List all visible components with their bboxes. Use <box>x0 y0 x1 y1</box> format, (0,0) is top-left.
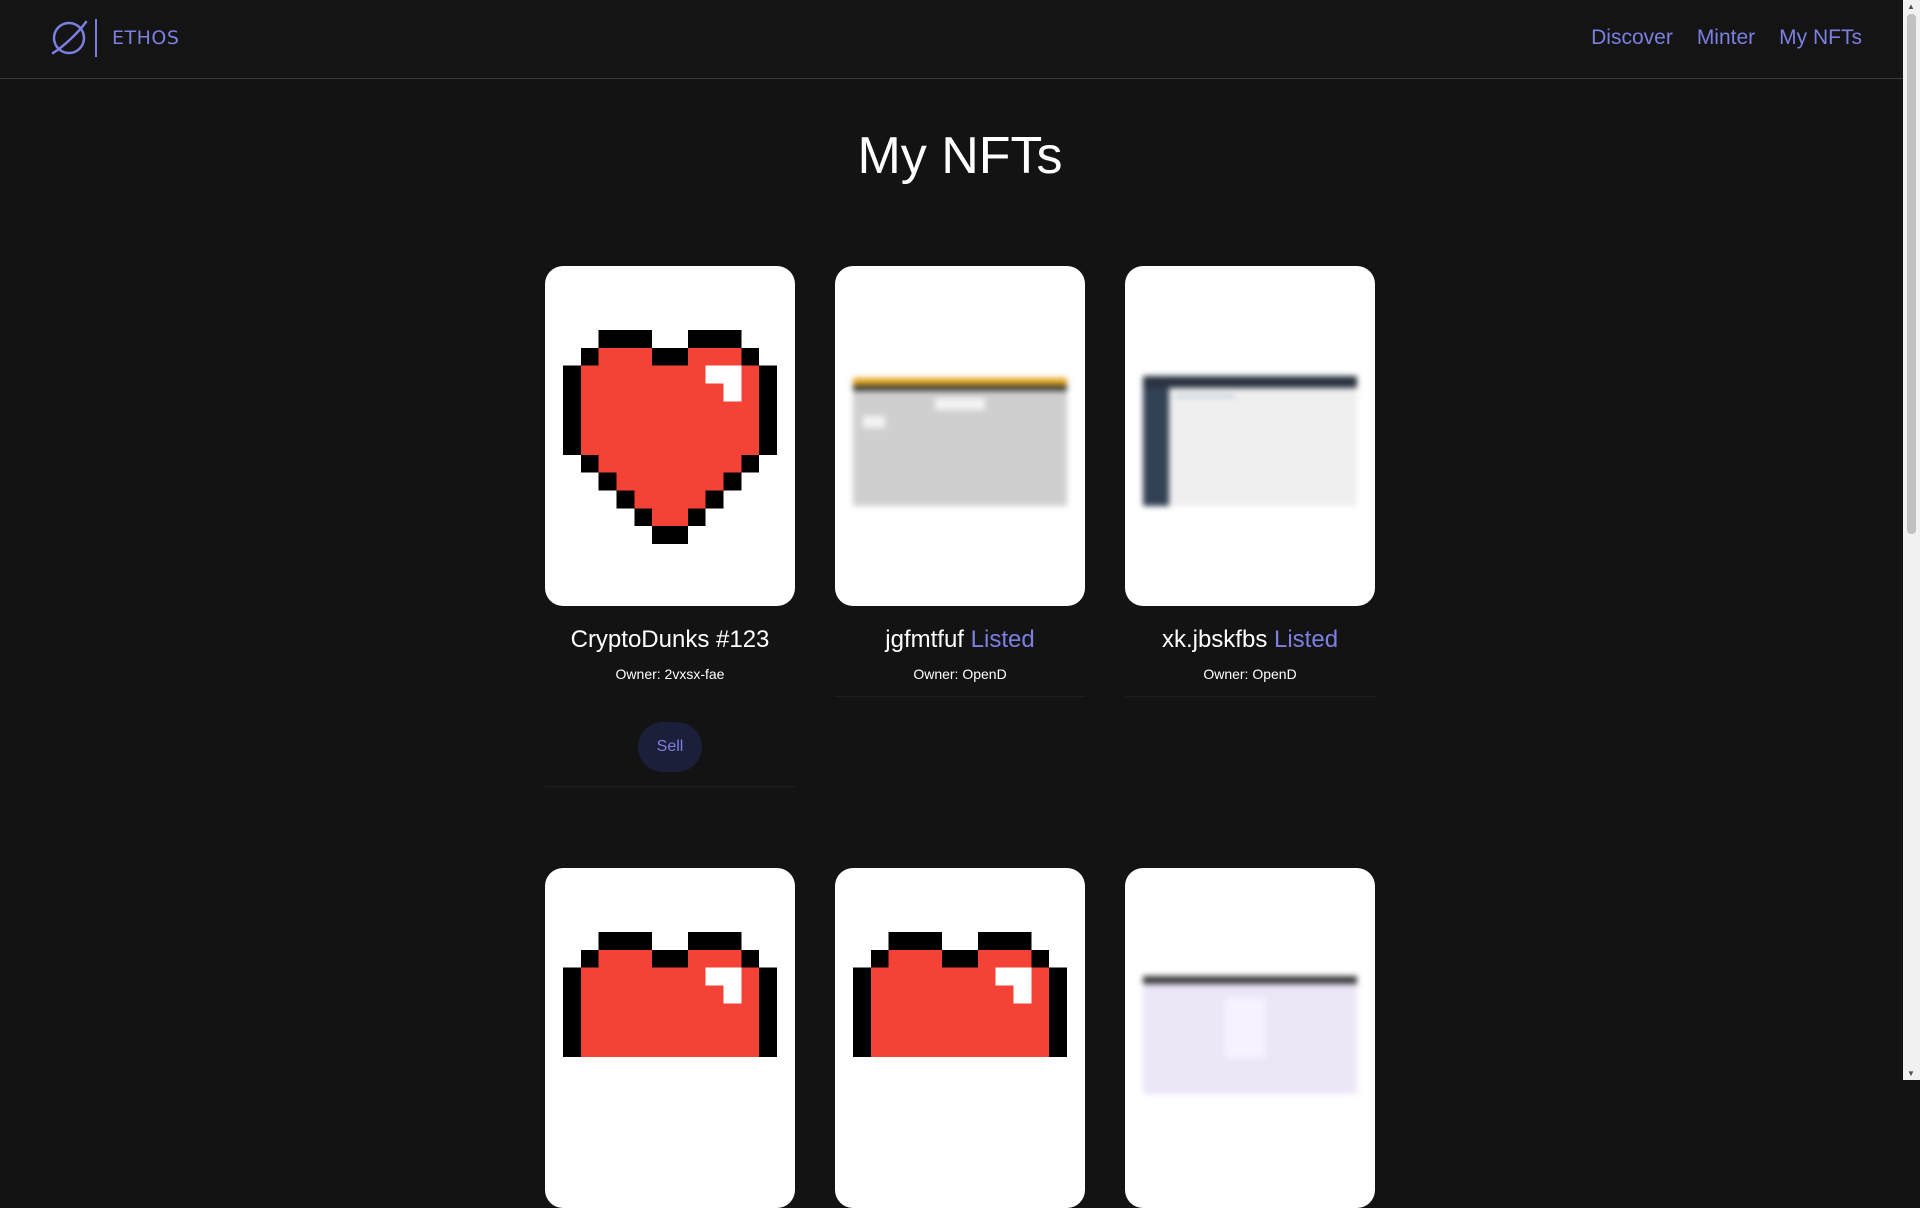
top-navbar: ETHOS Discover Minter My NFTs <box>0 0 1903 79</box>
logo-divider <box>95 19 97 57</box>
scroll-thumb[interactable] <box>1907 14 1916 534</box>
card-divider <box>545 786 795 787</box>
card-divider <box>1125 696 1375 697</box>
pixel-heart-icon <box>853 932 1067 1057</box>
screenshot-thumbnail <box>1143 376 1357 506</box>
nft-card[interactable]: jgfmtfuf Listed Owner: OpenD <box>835 266 1085 697</box>
nft-card[interactable] <box>545 868 795 1208</box>
nft-image[interactable] <box>835 868 1085 1208</box>
nft-image[interactable] <box>835 266 1085 606</box>
nft-image[interactable] <box>545 868 795 1208</box>
nft-image[interactable] <box>1125 266 1375 606</box>
scroll-down-icon[interactable]: ▼ <box>1907 1069 1915 1078</box>
nft-card[interactable] <box>1125 868 1375 1208</box>
nav-discover[interactable]: Discover <box>1591 26 1673 50</box>
nft-owner: Owner: 2vxsx-fae <box>615 666 725 682</box>
nft-image[interactable] <box>545 266 795 606</box>
sell-button[interactable]: Sell <box>638 722 702 772</box>
screenshot-thumbnail <box>853 378 1067 506</box>
screenshot-thumbnail <box>1143 976 1357 1094</box>
nft-name: xk.jbskfbs Listed <box>1161 626 1339 653</box>
nft-card[interactable] <box>835 868 1085 1208</box>
nft-owner: Owner: OpenD <box>913 666 1007 682</box>
planet-logo-icon <box>51 20 88 55</box>
nft-card[interactable]: CryptoDunks #123 Owner: 2vxsx-fae Sell <box>545 266 795 787</box>
main-nav: Discover Minter My NFTs <box>1591 26 1862 50</box>
nav-my-nfts[interactable]: My NFTs <box>1779 26 1862 50</box>
nft-card[interactable]: xk.jbskfbs Listed Owner: OpenD <box>1125 266 1375 697</box>
nft-image[interactable] <box>1125 868 1375 1208</box>
listed-badge: Listed <box>970 626 1035 653</box>
pixel-heart-icon <box>563 330 777 544</box>
page-scrollbar[interactable]: ▲ ▼ <box>1903 0 1920 1080</box>
nft-name: CryptoDunks #123 <box>570 626 770 653</box>
brand-name: ETHOS <box>112 27 180 49</box>
nft-name: jgfmtfuf Listed <box>885 626 1035 653</box>
card-divider <box>835 696 1085 697</box>
scroll-up-icon[interactable]: ▲ <box>1907 2 1915 11</box>
pixel-heart-icon <box>563 932 777 1057</box>
listed-badge: Listed <box>1274 626 1339 653</box>
nav-minter[interactable]: Minter <box>1697 26 1755 50</box>
nft-owner: Owner: OpenD <box>1203 666 1297 682</box>
brand-logo[interactable]: ETHOS <box>48 17 179 59</box>
page-title: My NFTs <box>857 127 1063 185</box>
